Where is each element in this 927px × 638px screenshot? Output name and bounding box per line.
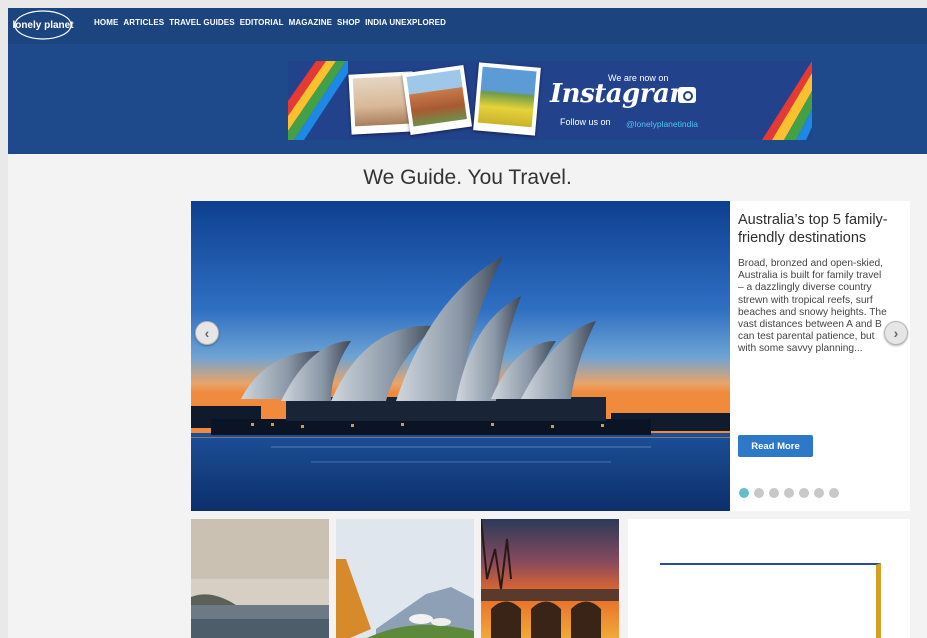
magazine-promo[interactable] [628, 519, 910, 638]
slider-dot[interactable] [799, 488, 809, 498]
nav-editorial[interactable]: EDITORIAL [240, 18, 284, 27]
main-nav: HOME ARTICLES TRAVEL GUIDES EDITORIAL MA… [94, 18, 446, 27]
page-frame: lonely planet HOME ARTICLES TRAVEL GUIDE… [0, 0, 927, 638]
page: lonely planet HOME ARTICLES TRAVEL GUIDE… [8, 8, 927, 638]
slider-next-button[interactable]: › [884, 321, 908, 345]
rainbow-stripes-right [762, 61, 812, 140]
chevron-right-icon: › [893, 325, 899, 341]
instagram-wordmark: Instagram [550, 79, 697, 109]
article-thumb-bridge-sunset[interactable] [481, 519, 619, 638]
magazine-cover [660, 563, 881, 638]
camera-icon [678, 87, 696, 103]
banner-handle: @lonelyplanetindia [626, 119, 698, 129]
logo-text: lonely planet [12, 20, 74, 31]
banner-photo-monument [401, 64, 473, 136]
article-thumb-mountains[interactable] [336, 519, 474, 638]
read-more-button[interactable]: Read More [738, 435, 813, 457]
site-header: lonely planet HOME ARTICLES TRAVEL GUIDE… [8, 8, 927, 154]
nav-home[interactable]: HOME [94, 18, 118, 27]
top-navbar: lonely planet HOME ARTICLES TRAVEL GUIDE… [8, 8, 927, 44]
slider-dot[interactable] [829, 488, 839, 498]
slide-description: Broad, bronzed and open-skied, Australia… [738, 258, 887, 355]
slider-dot[interactable] [754, 488, 764, 498]
slide-image-sydney-opera-house[interactable] [191, 201, 730, 511]
nav-magazine[interactable]: MAGAZINE [289, 18, 332, 27]
article-thumb-beach[interactable] [191, 519, 329, 638]
lonely-planet-logo[interactable]: lonely planet [12, 10, 74, 40]
nav-india-unexplored[interactable]: INDIA UNEXPLORED [365, 18, 446, 27]
rainbow-stripes-left [288, 61, 348, 140]
nav-shop[interactable]: SHOP [337, 18, 360, 27]
slider-pagination [739, 488, 839, 498]
slider-dot[interactable] [784, 488, 794, 498]
slider-dot[interactable] [739, 488, 749, 498]
nav-articles[interactable]: ARTICLES [123, 18, 164, 27]
slide-title[interactable]: Australia’s top 5 family-friendly destin… [738, 211, 898, 247]
slider-dot[interactable] [814, 488, 824, 498]
featured-slider: ‹ Australia’s top 5 family-friendly dest… [191, 201, 910, 511]
slider-dot[interactable] [769, 488, 779, 498]
slider-prev-button[interactable]: ‹ [195, 321, 219, 345]
banner-photo-field [473, 62, 541, 136]
chevron-left-icon: ‹ [204, 325, 210, 341]
page-tagline: We Guide. You Travel. [363, 166, 572, 189]
nav-travel-guides[interactable]: TRAVEL GUIDES [169, 18, 234, 27]
instagram-banner[interactable]: We are now on Instagram Follow us on @lo… [288, 61, 812, 140]
banner-follow: Follow us on [560, 117, 611, 127]
